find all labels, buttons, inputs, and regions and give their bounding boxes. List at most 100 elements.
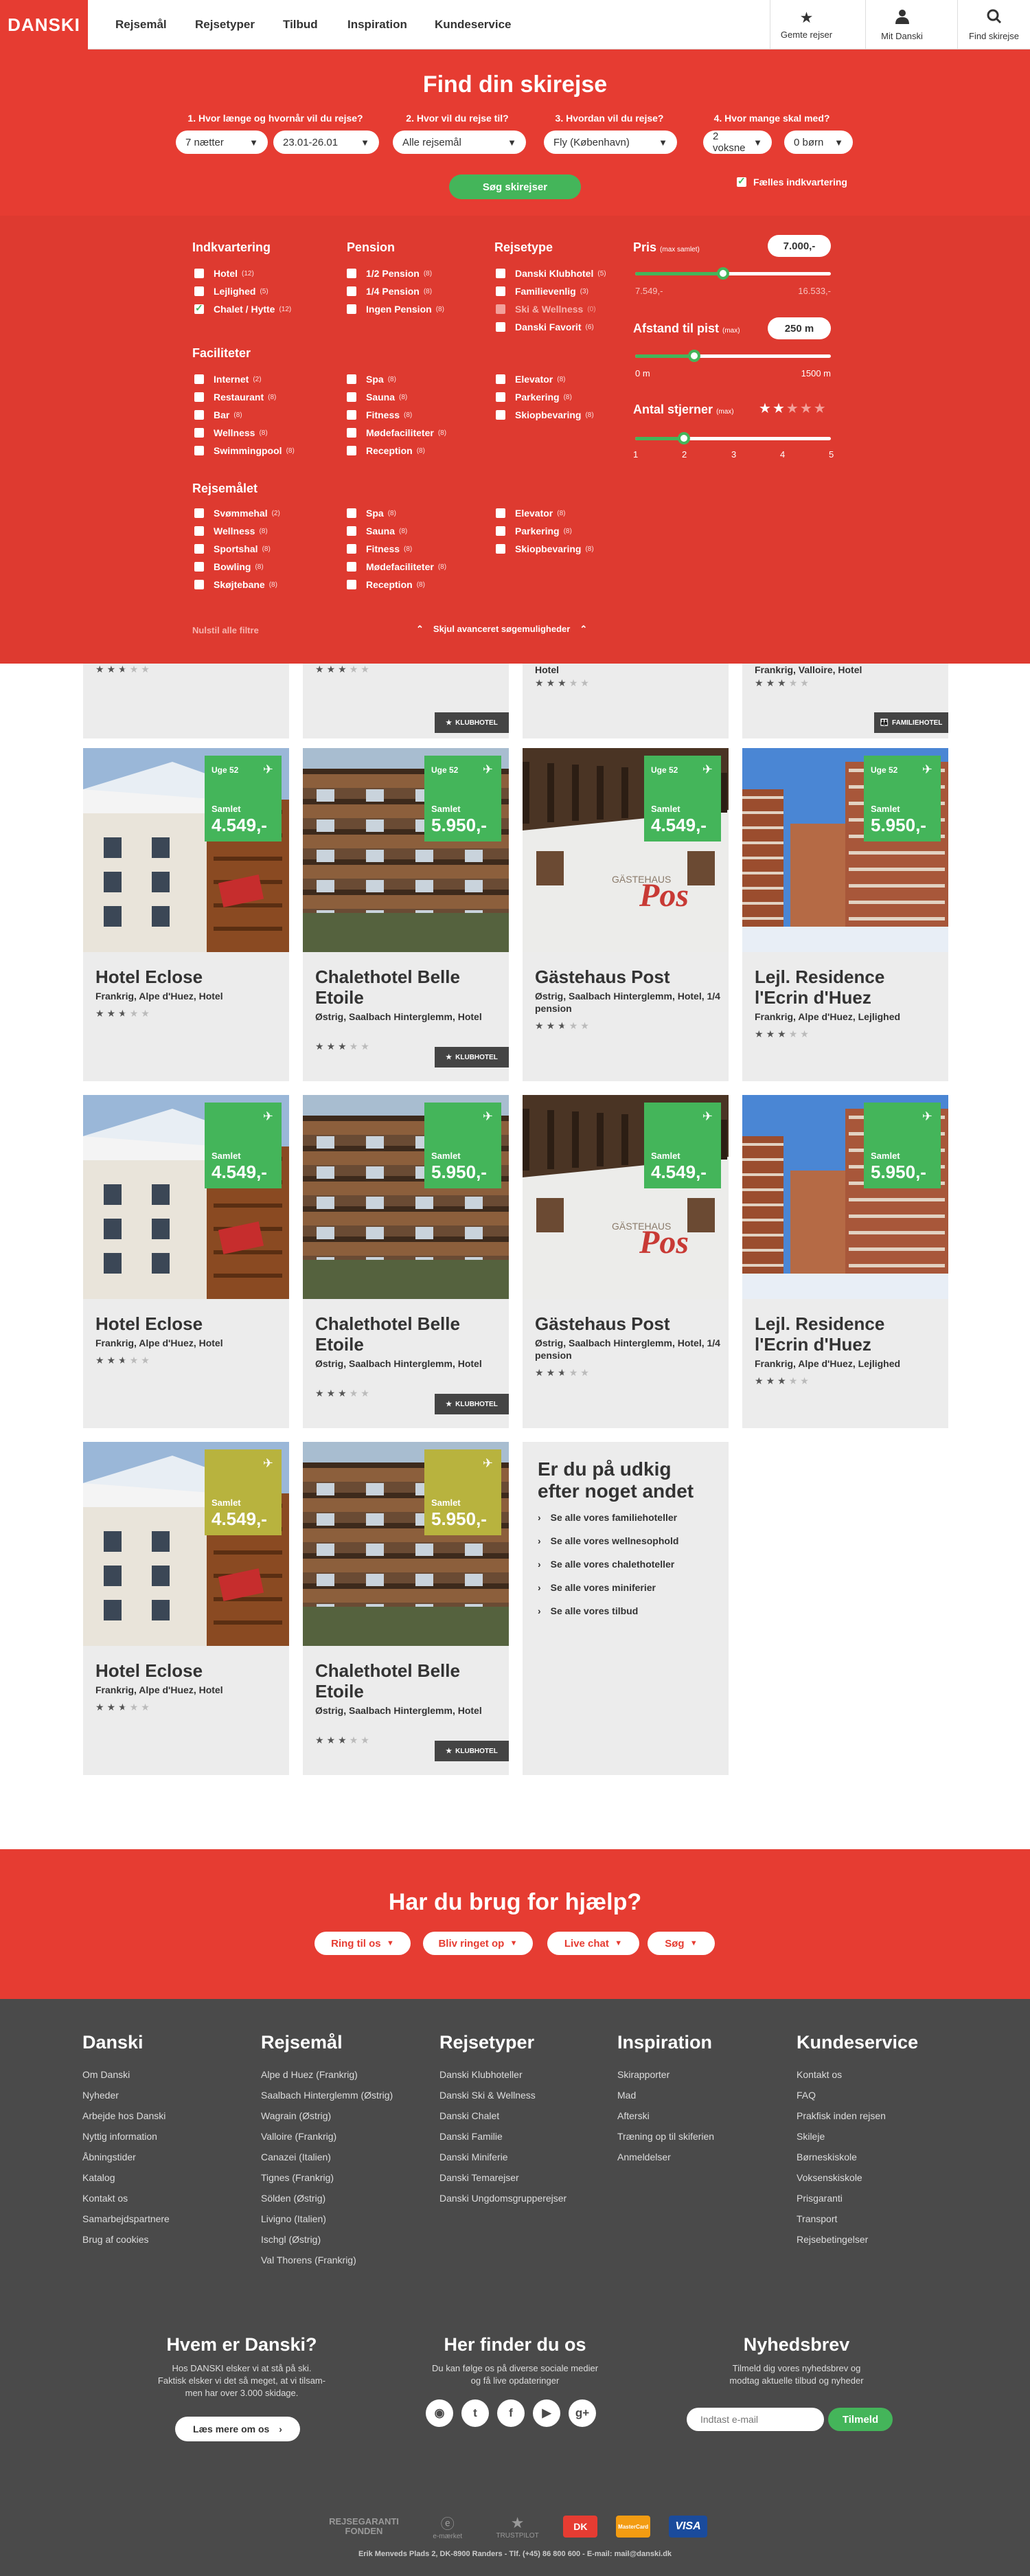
newsletter-subscribe-button[interactable]: Tilmeld — [828, 2408, 893, 2431]
find-trip-button[interactable]: Find skirejse — [957, 0, 1030, 49]
other-offers-link[interactable]: › Se alle vores wellnesophold — [538, 1535, 678, 1546]
checkbox[interactable] — [194, 544, 204, 554]
stars-rating-selector[interactable]: ★★★★★ — [759, 400, 827, 417]
checkbox[interactable] — [194, 269, 204, 278]
footer-link[interactable]: Børneskiskole — [797, 2147, 918, 2167]
footer-link[interactable]: FAQ — [797, 2085, 918, 2105]
facility-option-checkbox[interactable]: Sauna (8) — [347, 390, 407, 404]
call-us-button[interactable]: Ring til os ▼ — [314, 1932, 411, 1955]
destination-select[interactable]: Alle rejsemål ▼ — [393, 131, 526, 154]
checkbox[interactable] — [496, 508, 505, 518]
stars-slider-handle[interactable] — [678, 432, 690, 444]
price-tag[interactable]: Uge 52 ✈ Samlet 5.950,- — [864, 756, 941, 841]
footer-link[interactable]: Kontakt os — [82, 2188, 170, 2208]
nav-tilbud[interactable]: Tilbud — [283, 0, 318, 49]
checkbox[interactable] — [347, 269, 356, 278]
footer-link[interactable]: Ischgl (Østrig) — [261, 2229, 393, 2250]
travel-type-option-checkbox[interactable]: Ski & Wellness (0) — [496, 302, 596, 316]
destination-facility-option-checkbox[interactable]: Parkering (8) — [496, 524, 572, 538]
footer-link[interactable]: Sölden (Østrig) — [261, 2188, 393, 2208]
hotel-card[interactable]: ✈ Samlet 4.549,- Hotel Eclose Frankrig, Alpe… — [83, 1442, 289, 1775]
footer-link[interactable]: Skileje — [797, 2126, 918, 2147]
checkbox[interactable] — [496, 410, 505, 420]
facility-option-checkbox[interactable]: Swimmingpool (8) — [194, 444, 295, 457]
hotel-card[interactable]: Pos GÄSTEHAUS Uge 52 ✈ Samlet 4.549,- Gästeha… — [523, 748, 729, 1081]
checkbox[interactable] — [194, 428, 204, 438]
footer-link[interactable]: Danski Miniferie — [439, 2147, 566, 2167]
pension-option-checkbox[interactable]: 1/4 Pension (8) — [347, 284, 432, 298]
footer-link[interactable]: Kontakt os — [797, 2064, 918, 2085]
hotel-card[interactable]: Pos GÄSTEHAUS ✈ Samlet 4.549,- Gästehaus Pos… — [523, 1095, 729, 1428]
hotel-name[interactable]: Gästehaus Post — [535, 1313, 720, 1334]
footer-link[interactable]: Danski Klubhoteller — [439, 2064, 566, 2085]
adults-select[interactable]: 2 voksne ▼ — [703, 131, 772, 154]
price-tag[interactable]: ✈ Samlet 4.549,- — [644, 1103, 721, 1188]
footer-link[interactable]: Anmeldelser — [617, 2147, 714, 2167]
lodging-option-checkbox[interactable]: Chalet / Hytte (12) — [194, 302, 291, 316]
nav-inspiration[interactable]: Inspiration — [347, 0, 407, 49]
checkbox[interactable] — [194, 392, 204, 402]
nav-rejsetyper[interactable]: Rejsetyper — [195, 0, 255, 49]
googleplus-icon[interactable]: g+ — [569, 2399, 596, 2427]
checkbox[interactable] — [496, 304, 505, 314]
hotel-card[interactable]: Frankrig, Valloire, Hotel ★★★★★ 👪 FAMILIEHO… — [742, 664, 948, 738]
footer-link[interactable]: Træning op til skiferien — [617, 2126, 714, 2147]
checkbox[interactable] — [347, 304, 356, 314]
destination-facility-option-checkbox[interactable]: Skøjtebane (8) — [194, 578, 277, 591]
footer-link[interactable]: Brug af cookies — [82, 2229, 170, 2250]
destination-facility-option-checkbox[interactable]: Sportshal (8) — [194, 542, 271, 556]
price-slider-handle[interactable] — [717, 267, 729, 280]
checkbox[interactable] — [496, 526, 505, 536]
checkbox[interactable] — [496, 374, 505, 384]
live-chat-button[interactable]: Live chat ▼ — [547, 1932, 639, 1955]
checkbox[interactable] — [496, 269, 505, 278]
lodging-option-checkbox[interactable]: Lejlighed (5) — [194, 284, 268, 298]
travel-type-option-checkbox[interactable]: Danski Klubhotel (5) — [496, 267, 606, 280]
checkbox[interactable] — [496, 392, 505, 402]
footer-link[interactable]: Arbejde hos Danski — [82, 2105, 170, 2126]
destination-facility-option-checkbox[interactable]: Wellness (8) — [194, 524, 268, 538]
footer-link[interactable]: Om Danski — [82, 2064, 170, 2085]
checkbox[interactable] — [347, 544, 356, 554]
pension-option-checkbox[interactable]: 1/2 Pension (8) — [347, 267, 432, 280]
footer-link[interactable]: Nyheder — [82, 2085, 170, 2105]
star-icon[interactable]: ★ — [814, 401, 827, 416]
checkbox[interactable] — [194, 374, 204, 384]
price-tag[interactable]: ✈ Samlet 4.549,- — [205, 1449, 282, 1535]
hotel-card[interactable]: ✈ Samlet 5.950,- Chalethotel Belle Etoile Øs… — [303, 1442, 509, 1775]
price-tag[interactable]: Uge 52 ✈ Samlet 4.549,- — [644, 756, 721, 841]
footer-link[interactable]: Saalbach Hinterglemm (Østrig) — [261, 2085, 393, 2105]
nav-kundeservice[interactable]: Kundeservice — [435, 0, 512, 49]
checkbox[interactable] — [347, 580, 356, 589]
hotel-card[interactable]: ✈ Samlet 4.549,- Hotel Eclose Frankrig, Alpe… — [83, 1095, 289, 1428]
pension-option-checkbox[interactable]: Ingen Pension (8) — [347, 302, 444, 316]
price-tag[interactable]: Uge 52 ✈ Samlet 4.549,- — [205, 756, 282, 841]
facebook-icon[interactable]: f — [497, 2399, 525, 2427]
other-offers-link[interactable]: › Se alle vores miniferier — [538, 1582, 656, 1593]
footer-link[interactable]: Prisgaranti — [797, 2188, 918, 2208]
checkbox[interactable] — [194, 446, 204, 455]
footer-link[interactable]: Tignes (Frankrig) — [261, 2167, 393, 2188]
rss-icon[interactable]: ◉ — [426, 2399, 453, 2427]
checkbox[interactable] — [194, 508, 204, 518]
hotel-name[interactable]: Chalethotel Belle Etoile — [315, 1660, 501, 1702]
footer-link[interactable]: Nyttig information — [82, 2126, 170, 2147]
destination-facility-option-checkbox[interactable]: Spa (8) — [347, 506, 396, 520]
lodging-option-checkbox[interactable]: Hotel (12) — [194, 267, 254, 280]
checkbox[interactable] — [347, 286, 356, 296]
price-value[interactable]: 7.000,- — [768, 235, 831, 257]
destination-facility-option-checkbox[interactable]: Elevator (8) — [496, 506, 565, 520]
hotel-name[interactable]: Chalethotel Belle Etoile — [315, 1313, 501, 1355]
footer-link[interactable]: Katalog — [82, 2167, 170, 2188]
dates-select[interactable]: 23.01-26.01 ▼ — [273, 131, 379, 154]
hotel-name[interactable]: Hotel Eclose — [95, 1660, 281, 1681]
footer-link[interactable]: Prakfisk inden rejsen — [797, 2105, 918, 2126]
travel-type-option-checkbox[interactable]: Familievenlig (3) — [496, 284, 588, 298]
checkbox[interactable] — [347, 526, 356, 536]
hotel-name[interactable]: Hotel Eclose — [95, 1313, 281, 1334]
facility-option-checkbox[interactable]: Reception (8) — [347, 444, 425, 457]
hotel-card[interactable]: ★★★★★ ★ KLUBHOTEL — [303, 664, 509, 738]
checkbox[interactable] — [347, 392, 356, 402]
footer-link[interactable]: Åbningstider — [82, 2147, 170, 2167]
shared-lodging-checkbox[interactable]: Fælles indkvartering — [737, 175, 847, 189]
